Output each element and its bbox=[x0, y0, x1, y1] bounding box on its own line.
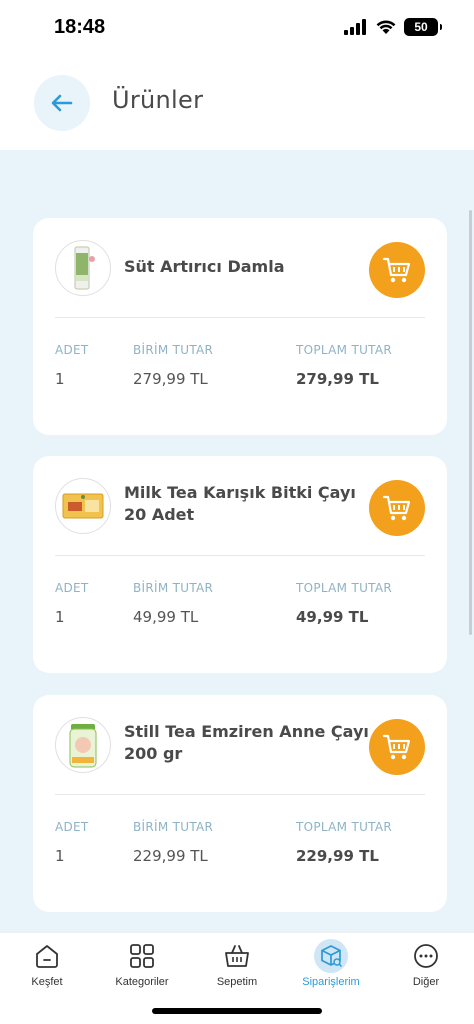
total-price-label: TOPLAM TUTAR bbox=[296, 581, 393, 595]
signal-icon bbox=[344, 19, 366, 35]
divider bbox=[55, 555, 425, 556]
orders-box-icon bbox=[314, 939, 348, 973]
unit-price-label: BİRİM TUTAR bbox=[133, 820, 214, 834]
qty-value: 1 bbox=[55, 847, 65, 865]
product-list[interactable]: Süt Artırıcı Damla ADET BİRİM TUTAR TOPL… bbox=[0, 150, 474, 932]
nav-item-kesfet[interactable]: Keşfet bbox=[0, 939, 94, 995]
product-card: Süt Artırıcı Damla ADET BİRİM TUTAR TOPL… bbox=[33, 218, 447, 435]
basket-icon bbox=[220, 939, 254, 973]
add-to-cart-button[interactable] bbox=[369, 480, 425, 536]
scrollbar[interactable] bbox=[469, 210, 472, 635]
qty-label: ADET bbox=[55, 343, 89, 357]
nav-label: Kategoriler bbox=[115, 976, 169, 988]
grid-icon bbox=[125, 939, 159, 973]
product-name: Still Tea Emziren Anne Çayı 200 gr bbox=[124, 722, 369, 763]
battery-level: 50 bbox=[414, 20, 428, 34]
nav-item-kategoriler[interactable]: Kategoriler bbox=[95, 939, 189, 995]
divider bbox=[55, 317, 425, 318]
nav-label: Diğer bbox=[412, 976, 440, 988]
nav-label: Sepetim bbox=[216, 976, 258, 988]
nav-item-sepetim[interactable]: Sepetim bbox=[190, 939, 284, 995]
total-price-value: 229,99 TL bbox=[296, 847, 379, 865]
product-card: Still Tea Emziren Anne Çayı 200 gr ADET … bbox=[33, 695, 447, 912]
add-to-cart-button[interactable] bbox=[369, 719, 425, 775]
home-indicator[interactable] bbox=[152, 1008, 322, 1014]
unit-price-label: BİRİM TUTAR bbox=[133, 343, 214, 357]
product-image[interactable] bbox=[55, 717, 111, 773]
product-name: Süt Artırıcı Damla bbox=[124, 257, 285, 276]
total-price-value: 279,99 TL bbox=[296, 370, 379, 388]
product-name: Milk Tea Karışık Bitki Çayı 20 Adet bbox=[124, 483, 356, 524]
back-button[interactable] bbox=[34, 75, 90, 131]
home-icon bbox=[30, 939, 64, 973]
qty-value: 1 bbox=[55, 370, 65, 388]
status-time: 18:48 bbox=[54, 16, 106, 38]
qty-label: ADET bbox=[55, 581, 89, 595]
product-card: Milk Tea Karışık Bitki Çayı 20 Adet ADET… bbox=[33, 456, 447, 673]
unit-price-label: BİRİM TUTAR bbox=[133, 581, 214, 595]
nav-label: Keşfet bbox=[31, 976, 63, 988]
status-icons: 50 bbox=[344, 18, 442, 36]
cart-icon bbox=[382, 495, 411, 521]
nav-item-diger[interactable]: Diğer bbox=[379, 939, 473, 995]
divider bbox=[55, 794, 425, 795]
header: Ürünler bbox=[0, 56, 474, 150]
product-image[interactable] bbox=[55, 478, 111, 534]
nav-label: Siparişlerim bbox=[302, 976, 360, 988]
status-bar: 18:48 50 bbox=[0, 0, 474, 56]
qty-value: 1 bbox=[55, 608, 65, 626]
nav-item-siparislerim[interactable]: Siparişlerim bbox=[284, 939, 378, 995]
arrow-left-icon bbox=[51, 94, 73, 112]
add-to-cart-button[interactable] bbox=[369, 242, 425, 298]
cart-icon bbox=[382, 257, 411, 283]
unit-price-value: 49,99 TL bbox=[133, 608, 199, 626]
unit-price-value: 229,99 TL bbox=[133, 847, 208, 865]
wifi-icon bbox=[376, 20, 396, 34]
unit-price-value: 279,99 TL bbox=[133, 370, 208, 388]
total-price-label: TOPLAM TUTAR bbox=[296, 820, 393, 834]
page-title: Ürünler bbox=[112, 86, 204, 114]
cart-icon bbox=[382, 734, 411, 760]
qty-label: ADET bbox=[55, 820, 89, 834]
battery-icon: 50 bbox=[404, 18, 442, 36]
product-image[interactable] bbox=[55, 240, 111, 296]
more-icon bbox=[409, 939, 443, 973]
total-price-value: 49,99 TL bbox=[296, 608, 369, 626]
total-price-label: TOPLAM TUTAR bbox=[296, 343, 393, 357]
